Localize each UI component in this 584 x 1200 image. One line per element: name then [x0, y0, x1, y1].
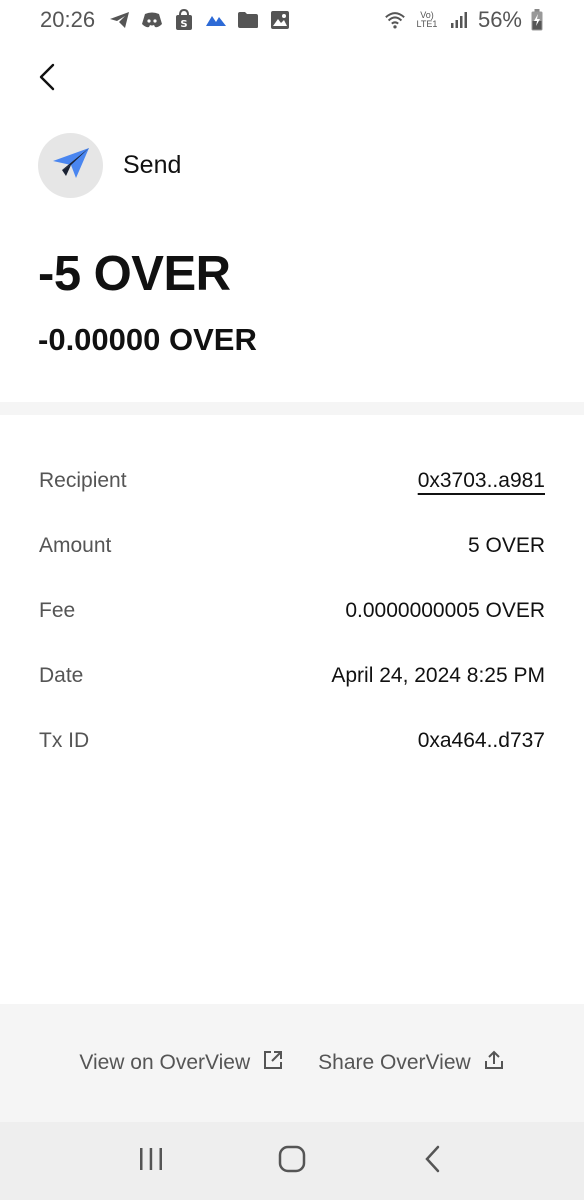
back-button[interactable] [30, 62, 64, 96]
paper-plane-icon [52, 146, 90, 185]
system-back-icon [424, 1145, 442, 1178]
network-label: Vo) LTE1 [416, 10, 438, 29]
shopping-bag-icon: S [173, 9, 195, 30]
recipient-address-link[interactable]: 0x3703..a981 [418, 469, 545, 493]
transaction-details: Recipient 0x3703..a981 Amount 5 OVER Fee… [39, 448, 545, 773]
battery-charging-icon [530, 9, 544, 31]
detail-row-tx-id: Tx ID 0xa464..d737 [39, 708, 545, 773]
battery-percentage: 56% [477, 7, 522, 32]
home-icon [278, 1145, 306, 1178]
external-link-icon [262, 1049, 284, 1077]
recent-apps-button[interactable] [126, 1136, 176, 1186]
footer-actions: View on OverView Share OverView [0, 1004, 584, 1122]
status-time: 20:26 [40, 7, 96, 32]
detail-row-date: Date April 24, 2024 8:25 PM [39, 643, 545, 708]
cloud-icon [205, 10, 227, 30]
detail-value: 0.0000000005 OVER [345, 598, 545, 622]
section-divider [0, 402, 584, 415]
transaction-type-label: Send [123, 151, 182, 179]
share-icon [483, 1049, 505, 1077]
share-overview-button[interactable]: Share OverView [318, 1049, 505, 1077]
view-on-overview-button[interactable]: View on OverView [79, 1049, 284, 1077]
detail-value: April 24, 2024 8:25 PM [331, 663, 545, 687]
system-status: Vo) LTE1 56% [384, 7, 544, 33]
transaction-amount: -5 OVER [38, 247, 231, 301]
view-on-overview-label: View on OverView [79, 1051, 251, 1074]
folder-icon [237, 10, 259, 30]
detail-row-fee: Fee 0.0000000005 OVER [39, 578, 545, 643]
back-arrow-icon [37, 62, 57, 97]
svg-text:S: S [180, 19, 187, 30]
detail-label: Date [39, 663, 84, 687]
detail-row-amount: Amount 5 OVER [39, 513, 545, 578]
tx-id-value[interactable]: 0xa464..d737 [418, 729, 545, 753]
detail-label: Fee [39, 598, 76, 622]
discord-icon [141, 10, 163, 30]
system-navigation-bar [0, 1122, 584, 1200]
wifi-icon [384, 10, 406, 30]
detail-label: Amount [39, 533, 112, 557]
detail-value: 5 OVER [467, 533, 545, 557]
gallery-icon [269, 10, 291, 30]
detail-label: Recipient [39, 468, 127, 492]
network-type-icon: Vo) LTE1 [414, 11, 440, 29]
status-bar: 20:26 S Vo) LTE1 56% [0, 0, 584, 40]
system-back-button[interactable] [408, 1136, 458, 1186]
signal-icon [448, 10, 470, 30]
recent-apps-icon [138, 1147, 164, 1176]
transaction-type: Send [38, 133, 181, 198]
transaction-type-avatar [38, 133, 103, 198]
transaction-amount-secondary: -0.00000 OVER [38, 322, 257, 357]
share-overview-label: Share OverView [318, 1051, 471, 1074]
detail-label: Tx ID [39, 728, 90, 752]
home-button[interactable] [267, 1136, 317, 1186]
detail-row-recipient: Recipient 0x3703..a981 [39, 448, 545, 513]
telegram-icon [109, 10, 131, 30]
notification-icons: S [109, 9, 291, 30]
